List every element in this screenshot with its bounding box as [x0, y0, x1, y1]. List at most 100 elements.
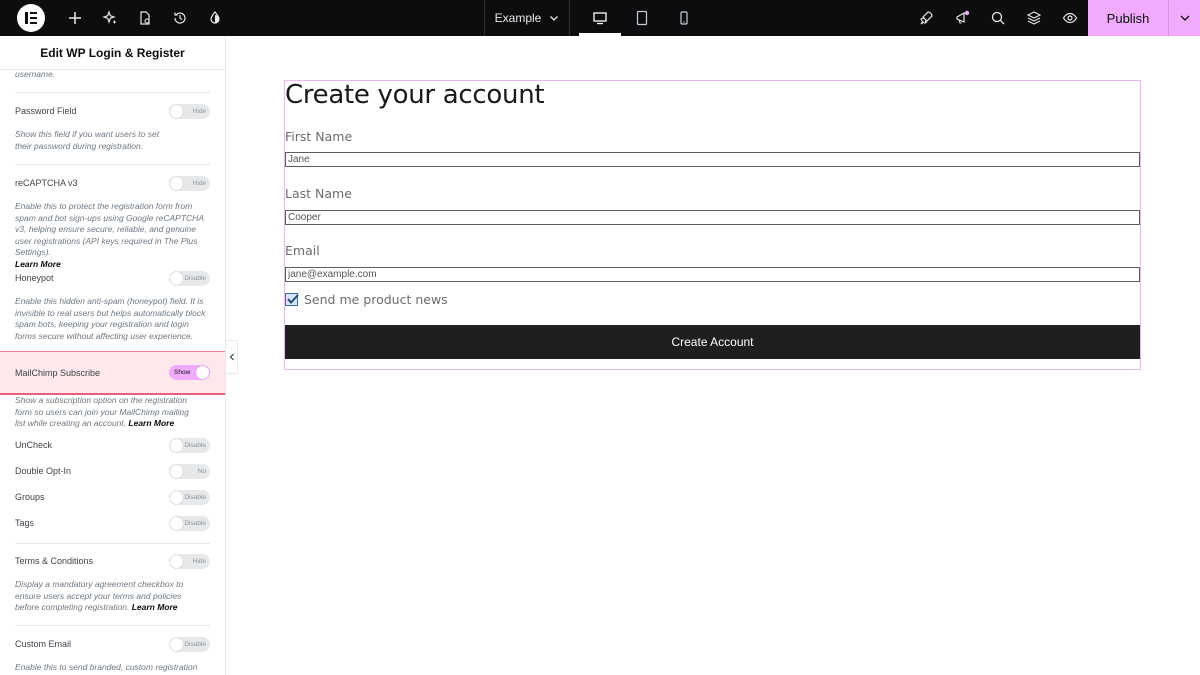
- password-field-toggle[interactable]: Hide: [169, 103, 210, 119]
- first-name-input[interactable]: Jane: [285, 152, 1140, 167]
- chevron-down-icon: [550, 16, 559, 21]
- recaptcha-control: reCAPTCHA v3 Hide: [0, 171, 225, 195]
- uncheck-label: UnCheck: [15, 440, 53, 450]
- publish-button[interactable]: Publish: [1088, 11, 1168, 26]
- password-field-control: Password Field Hide: [0, 99, 225, 123]
- add-element-icon[interactable]: [57, 0, 92, 36]
- terms-conditions-label: Terms & Conditions: [15, 556, 94, 566]
- recaptcha-description-text: Enable this to protect the registration …: [15, 201, 204, 257]
- ai-sparkle-icon[interactable]: [92, 0, 127, 36]
- tags-label: Tags: [15, 518, 35, 528]
- custom-email-control: Custom Email Disable: [0, 632, 225, 656]
- tags-toggle[interactable]: Disable: [169, 515, 210, 531]
- honeypot-toggle[interactable]: Disable: [169, 270, 210, 286]
- password-field-label: Password Field: [15, 106, 77, 116]
- uncheck-toggle[interactable]: Disable: [169, 437, 210, 453]
- desktop-icon: [593, 12, 607, 25]
- elementor-logo-icon[interactable]: [17, 4, 45, 32]
- recaptcha-toggle[interactable]: Hide: [169, 175, 210, 191]
- toggle-label: Disable: [184, 493, 206, 501]
- page-settings-icon[interactable]: [127, 0, 162, 36]
- toggle-label: Show: [174, 369, 191, 376]
- email-label: Email: [285, 243, 320, 258]
- toolbar-center: Example: [484, 0, 705, 36]
- mailchimp-subscribe-control: MailChimp Subscribe Show: [0, 351, 225, 395]
- publish-button-group: Publish: [1088, 0, 1200, 36]
- top-toolbar: Example Publish: [0, 0, 1200, 36]
- groups-label: Groups: [15, 492, 45, 502]
- last-name-input[interactable]: Cooper: [285, 210, 1140, 225]
- create-account-button[interactable]: Create Account: [285, 325, 1140, 359]
- divider: [15, 92, 210, 93]
- newsletter-checkbox[interactable]: [285, 293, 299, 306]
- double-optin-control: Double Opt-In No: [0, 459, 225, 483]
- newsletter-checkbox-row: Send me product news: [285, 292, 448, 307]
- terms-conditions-description: Display a mandatory agreement checkbox t…: [0, 579, 215, 614]
- desktop-view-button[interactable]: [579, 0, 621, 36]
- honeypot-label: Honeypot: [15, 273, 54, 283]
- groups-control: Groups Disable: [0, 485, 225, 509]
- sidebar-title: Edit WP Login & Register: [0, 36, 225, 70]
- custom-email-description: Enable this to send branded, custom regi…: [15, 662, 198, 672]
- toggle-label: No: [197, 467, 206, 475]
- custom-email-label: Custom Email: [15, 639, 72, 649]
- mailchimp-description: Show a subscription option on the regist…: [0, 395, 210, 430]
- tags-control: Tags Disable: [0, 511, 225, 535]
- toggle-label: Hide: [192, 179, 206, 187]
- collapse-sidebar-button[interactable]: [226, 340, 238, 374]
- chevron-left-icon: [229, 353, 234, 361]
- tablet-icon: [636, 10, 648, 26]
- email-input[interactable]: jane@example.com: [285, 267, 1140, 282]
- notifications-megaphone-icon[interactable]: [944, 0, 980, 36]
- registration-form-widget[interactable]: Create your account First Name Jane Last…: [284, 80, 1141, 370]
- mobile-icon: [680, 11, 688, 25]
- truncated-description: username.: [15, 69, 56, 79]
- preview-eye-icon[interactable]: [1052, 0, 1088, 36]
- toggle-label: Disable: [184, 519, 206, 527]
- search-icon[interactable]: [980, 0, 1016, 36]
- toolbar-left: [0, 0, 232, 36]
- layers-icon[interactable]: [1016, 0, 1052, 36]
- publish-options-button[interactable]: [1168, 0, 1200, 36]
- form-title: Create your account: [285, 80, 545, 110]
- first-name-label: First Name: [285, 129, 353, 144]
- divider: [15, 164, 210, 165]
- custom-email-toggle[interactable]: Disable: [169, 636, 210, 652]
- editor-sidebar: Edit WP Login & Register username. Passw…: [0, 36, 226, 675]
- editor-canvas: Create your account First Name Jane Last…: [238, 36, 1200, 675]
- toggle-label: Hide: [192, 107, 206, 115]
- double-optin-label: Double Opt-In: [15, 466, 72, 476]
- checkmark-icon: [287, 294, 299, 304]
- page-selector-dropdown[interactable]: Example: [484, 0, 570, 36]
- newsletter-label: Send me product news: [304, 292, 448, 307]
- mailchimp-learn-more-link[interactable]: Learn More: [128, 418, 174, 428]
- toggle-label: Hide: [192, 557, 206, 565]
- password-field-description: Show this field if you want users to set…: [15, 129, 160, 151]
- page-selector-label: Example: [494, 11, 542, 25]
- honeypot-control: Honeypot Disable: [0, 266, 225, 290]
- terms-conditions-toggle[interactable]: Hide: [169, 553, 210, 569]
- toolbar-right: [908, 0, 1088, 36]
- groups-toggle[interactable]: Disable: [169, 489, 210, 505]
- mobile-view-button[interactable]: [663, 0, 705, 36]
- terms-conditions-control: Terms & Conditions Hide: [0, 549, 225, 573]
- toggle-label: Disable: [184, 441, 206, 449]
- honeypot-description: Enable this hidden anti-spam (honeypot) …: [15, 296, 206, 341]
- double-optin-toggle[interactable]: No: [169, 463, 210, 479]
- mailchimp-subscribe-label: MailChimp Subscribe: [15, 367, 101, 378]
- chevron-down-icon: [1180, 15, 1189, 21]
- mailchimp-subscribe-toggle[interactable]: Show: [169, 365, 210, 380]
- recaptcha-description: Enable this to protect the registration …: [0, 201, 225, 270]
- history-icon[interactable]: [162, 0, 197, 36]
- site-settings-droplet-icon[interactable]: [197, 0, 232, 36]
- divider: [15, 543, 210, 544]
- toggle-label: Disable: [184, 640, 206, 648]
- divider: [15, 625, 210, 626]
- uncheck-control: UnCheck Disable: [0, 433, 225, 457]
- recaptcha-label: reCAPTCHA v3: [15, 178, 78, 188]
- rocket-icon[interactable]: [908, 0, 944, 36]
- tablet-view-button[interactable]: [621, 0, 663, 36]
- last-name-label: Last Name: [285, 186, 352, 201]
- terms-learn-more-link[interactable]: Learn More: [132, 602, 178, 612]
- toggle-label: Disable: [184, 274, 206, 282]
